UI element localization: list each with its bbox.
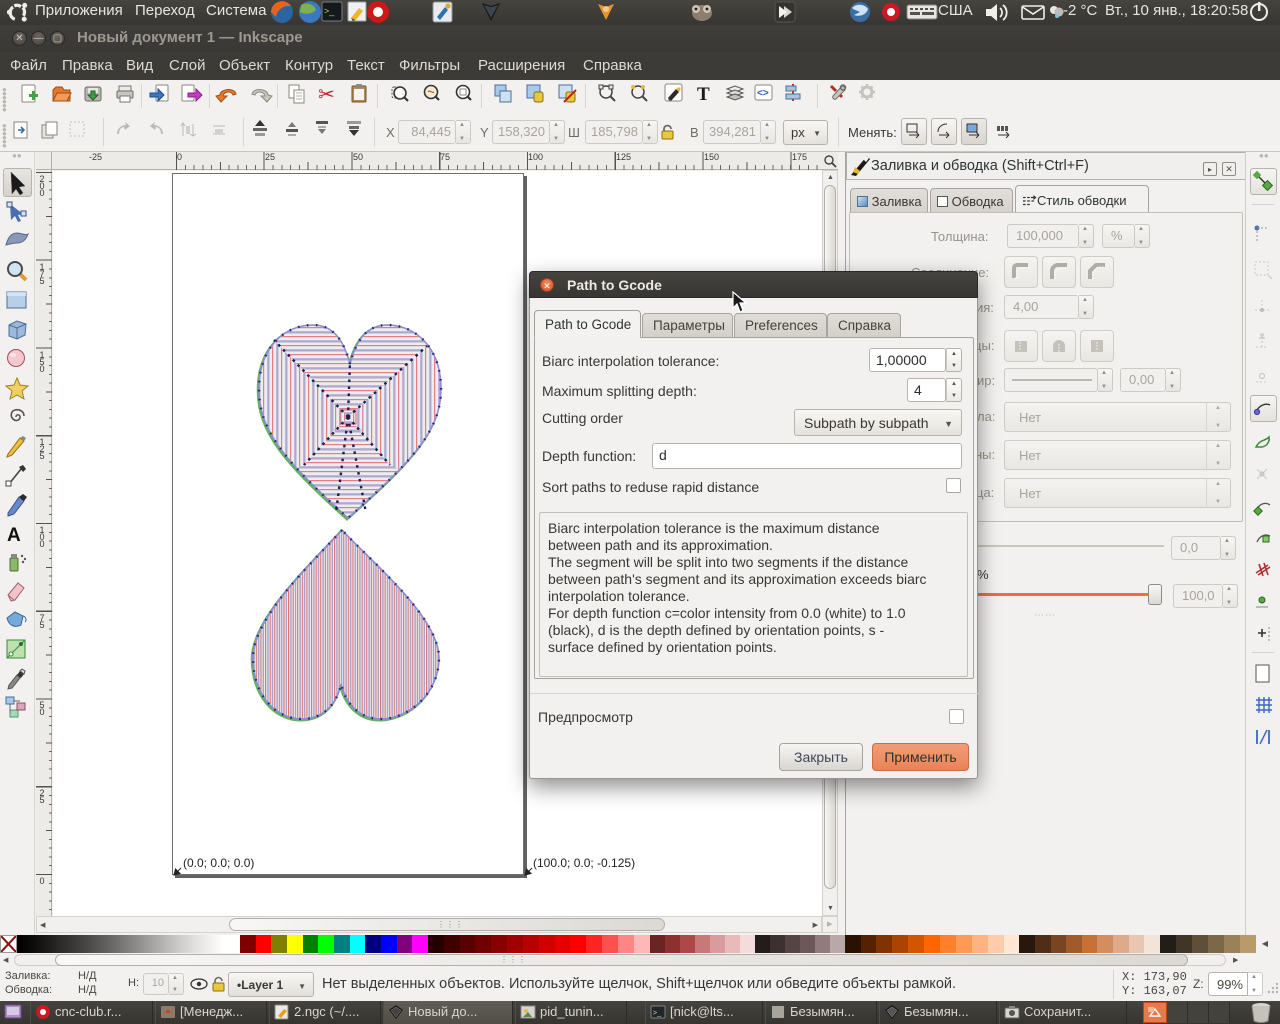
- svg-text:(100.0; 0.0; -0.125): (100.0; 0.0; -0.125): [533, 856, 635, 870]
- svg-text:100: 100: [528, 152, 543, 162]
- svg-text:150: 150: [704, 152, 719, 162]
- svg-text:(0.0; 0.0; 0.0): (0.0; 0.0; 0.0): [183, 856, 254, 870]
- svg-text:75: 75: [440, 152, 450, 162]
- svg-text:25: 25: [265, 152, 275, 162]
- svg-text:175: 175: [792, 152, 807, 162]
- svg-text:0: 0: [177, 152, 182, 162]
- svg-text:<>: <>: [757, 88, 769, 99]
- svg-text:✂: ✂: [318, 84, 335, 106]
- svg-text:T: T: [697, 84, 710, 105]
- svg-text:50: 50: [353, 152, 363, 162]
- svg-text:A: A: [7, 525, 21, 546]
- svg-text:-25: -25: [89, 152, 102, 162]
- svg-text:>_: >_: [324, 6, 335, 16]
- svg-text:>_: >_: [653, 1010, 661, 1017]
- svg-text:125: 125: [616, 152, 631, 162]
